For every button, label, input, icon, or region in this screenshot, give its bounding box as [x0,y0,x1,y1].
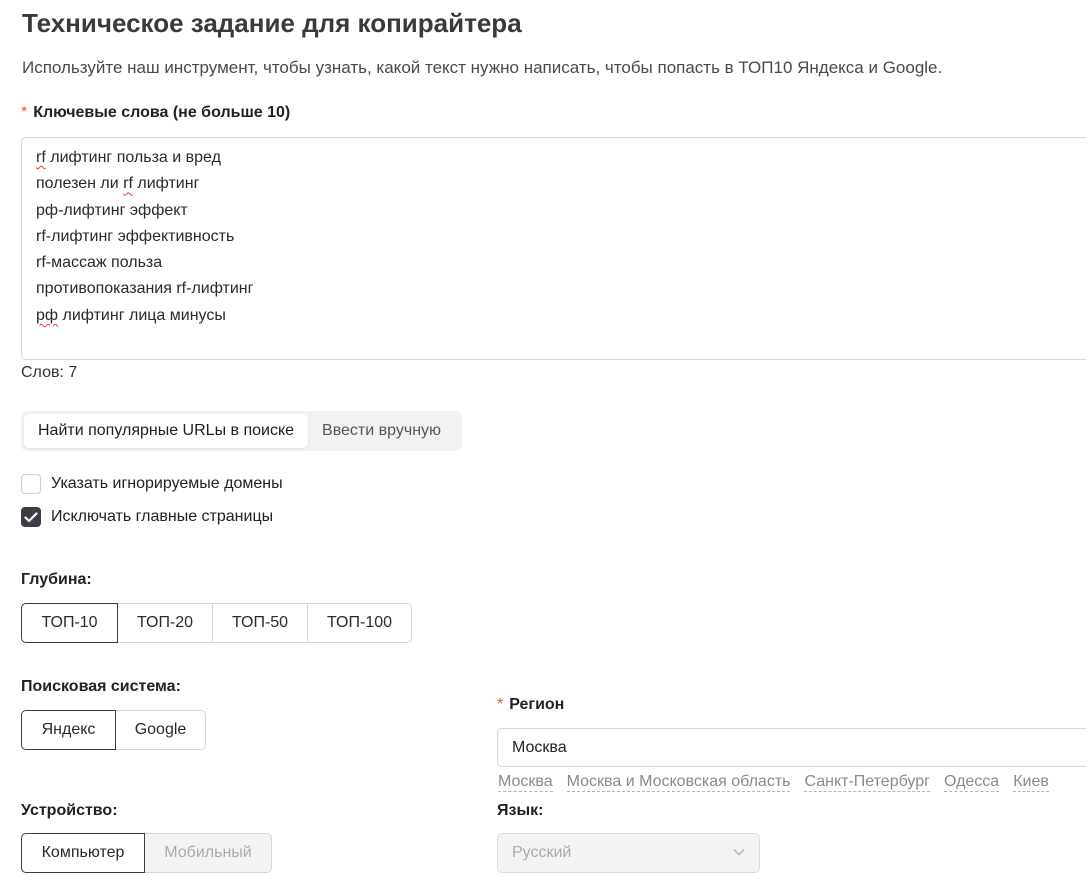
search-engine-label: Поисковая система: [21,678,181,695]
keywords-label: * Ключевые слова (не больше 10) [21,104,290,122]
exclude-main-pages-checkbox[interactable] [21,507,41,527]
depth-top10-button[interactable]: ТОП-10 [21,603,118,643]
depth-selector: ТОП-10 ТОП-20 ТОП-50 ТОП-100 [21,603,412,643]
ignore-domains-checkbox[interactable] [21,474,41,494]
spellcheck-word: rf [36,149,46,166]
device-selector: Компьютер Мобильный [21,833,272,873]
page-subtitle: Используйте наш инструмент, чтобы узнать… [22,58,943,77]
keyword-line: rf-массаж польза [36,254,163,272]
exclude-main-pages-option[interactable]: Исключать главные страницы [21,507,273,527]
keyword-line: полезен ли rf лифтинг [36,175,200,193]
region-label: * Регион [497,696,564,714]
ignore-domains-label: Указать игнорируемые домены [51,475,283,492]
tab-manual-entry[interactable]: Ввести вручную [308,414,455,448]
region-link-spb[interactable]: Санкт-Петербург [804,773,930,792]
region-link-moscow-oblast[interactable]: Москва и Московская область [566,773,791,792]
spellcheck-word: рф [36,306,59,324]
engine-google-button[interactable]: Google [115,710,206,750]
keyword-line: rf-лифтинг эффективность [36,227,235,245]
spellcheck-word: rf [123,175,133,193]
required-mark: * [497,696,504,713]
depth-label: Глубина: [21,571,92,588]
keywords-label-text: Ключевые слова (не больше 10) [33,104,291,121]
region-input[interactable]: Москва [497,728,1086,767]
word-count: Слов: 7 [21,364,78,381]
ignore-domains-option[interactable]: Указать игнорируемые домены [21,474,283,494]
keywords-textarea[interactable]: rf лифтинг польза и вред полезен ли rf л… [21,137,1086,360]
language-value: Русский [512,844,572,861]
source-tabs: Найти популярные URLы в поиске Ввести вр… [21,411,462,451]
keyword-line: rf лифтинг польза и вред [36,149,221,166]
required-mark: * [21,104,28,121]
search-engine-selector: Яндекс Google [21,710,206,750]
region-link-moscow[interactable]: Москва [498,773,553,792]
chevron-down-icon [733,849,745,856]
checkmark-icon [24,511,38,522]
engine-yandex-button[interactable]: Яндекс [21,710,116,750]
depth-top100-button[interactable]: ТОП-100 [307,603,412,643]
region-link-kiev[interactable]: Киев [1013,773,1049,792]
device-desktop-button[interactable]: Компьютер [21,833,145,873]
region-quick-links: Москва Москва и Московская область Санкт… [498,773,1063,792]
tab-find-popular-urls[interactable]: Найти популярные URLы в поиске [24,414,309,448]
device-mobile-button[interactable]: Мобильный [144,833,272,873]
device-label: Устройство: [21,802,118,819]
language-label: Язык: [497,802,544,819]
region-link-odessa[interactable]: Одесса [943,773,1000,792]
keyword-line: рф-лифтинг эффект [36,201,188,219]
depth-top20-button[interactable]: ТОП-20 [117,603,213,643]
keyword-line: рф лифтинг лица минусы [36,306,226,324]
region-label-text: Регион [509,696,565,713]
page-title: Техническое задание для копирайтера [22,8,522,38]
depth-top50-button[interactable]: ТОП-50 [212,603,308,643]
exclude-main-pages-label: Исключать главные страницы [51,508,274,525]
keyword-line: противопоказания rf-лифтинг [36,280,254,298]
language-select[interactable]: Русский [497,833,760,873]
